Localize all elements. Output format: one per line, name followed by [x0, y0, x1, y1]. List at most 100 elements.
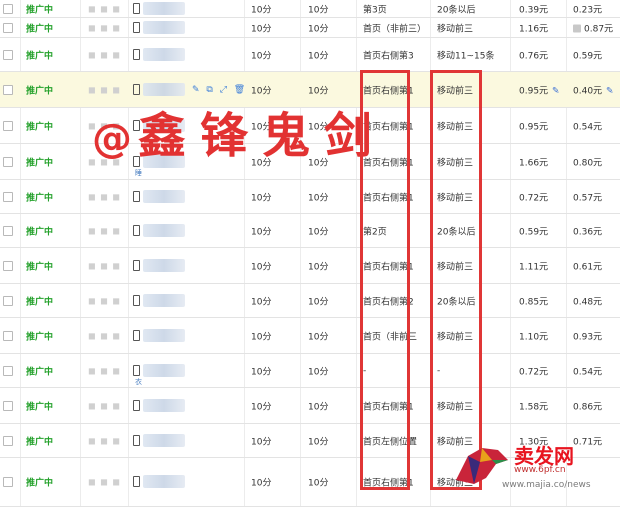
- mobile-bid[interactable]: 0.54元: [573, 364, 602, 377]
- quality-score: 10分: [251, 297, 272, 307]
- row-checkbox[interactable]: [3, 191, 13, 202]
- mobile-bid[interactable]: 0.86元: [573, 399, 602, 412]
- row-checkbox[interactable]: [3, 49, 13, 60]
- pc-bid-value: 0.72元: [519, 367, 549, 377]
- row-checkbox[interactable]: [3, 330, 13, 341]
- row-checkbox[interactable]: [3, 400, 13, 411]
- keyword-cell[interactable]: [133, 223, 189, 238]
- mobile-bid[interactable]: 0.54元: [573, 119, 602, 132]
- quality-score: 10分: [251, 86, 272, 96]
- keyword-cell[interactable]: [133, 398, 189, 413]
- pc-bid[interactable]: 1.10元: [519, 329, 548, 342]
- site-logo: 卖发网 www.6pf.cn www.majia.co/news: [452, 440, 620, 507]
- pc-bid[interactable]: 1.11元: [519, 259, 548, 272]
- watermark-at: @: [92, 116, 138, 162]
- status-label: 推广中: [26, 227, 54, 237]
- mobile-bid-value: 0.57元: [573, 193, 603, 203]
- edit-pencil-icon[interactable]: ✎: [606, 86, 614, 96]
- mobile-bid[interactable]: 0.48元: [573, 294, 602, 307]
- keyword-tools-icon[interactable]: ✎ ⧉ ⤢ 🗑: [192, 85, 247, 95]
- keyword-cell[interactable]: [133, 258, 189, 273]
- pc-bid[interactable]: 0.72元: [519, 364, 548, 377]
- table-row: 推广中 ■ ■ ■ 10分 10分 首页右侧第1 移动前三 1.58元 0.86元: [0, 388, 620, 424]
- blurred-keyword: [143, 47, 185, 61]
- row-checkbox[interactable]: [3, 260, 13, 271]
- keyword-cell[interactable]: [133, 433, 189, 448]
- mobile-bid-value: 0.86元: [573, 402, 603, 412]
- keyword-cell[interactable]: [133, 293, 189, 308]
- row-checkbox[interactable]: [3, 435, 13, 446]
- quality-score: 10分: [251, 5, 272, 15]
- blurred-keyword: [143, 328, 185, 342]
- status-label: 推广中: [26, 367, 54, 377]
- pc-bid[interactable]: 1.58元: [519, 399, 548, 412]
- status-label: 推广中: [26, 158, 54, 168]
- mobile-bid[interactable]: 0.80元: [573, 155, 602, 168]
- pc-bid[interactable]: 1.16元: [519, 21, 548, 34]
- keyword-cell[interactable]: [133, 47, 189, 62]
- row-checkbox[interactable]: [3, 295, 13, 306]
- keyword-cell[interactable]: [133, 1, 189, 16]
- pc-bid[interactable]: 0.76元: [519, 48, 548, 61]
- pc-bid[interactable]: 0.59元: [519, 224, 548, 237]
- row-checkbox[interactable]: [3, 365, 13, 376]
- row-checkbox[interactable]: [3, 84, 13, 95]
- device-icon: [133, 434, 140, 446]
- blurred-campaign: ■ ■ ■: [88, 261, 121, 270]
- mobile-bid[interactable]: 0.36元: [573, 224, 602, 237]
- blurred-campaign: ■ ■ ■: [88, 226, 121, 235]
- mobile-bid[interactable]: 0.57元: [573, 190, 602, 203]
- table-row: 推广中 ■ ■ ■ 10分 10分 首页右侧第2 20条以后 0.85元 0.48元: [0, 284, 620, 318]
- mobile-quality-score: 10分: [308, 367, 329, 377]
- mobile-bid[interactable]: 0.59元: [573, 48, 602, 61]
- device-icon: [133, 190, 140, 202]
- keyword-cell[interactable]: [133, 20, 189, 35]
- mobile-bid[interactable]: 0.40元 ✎: [573, 83, 614, 96]
- row-checkbox[interactable]: [3, 225, 13, 236]
- pc-bid[interactable]: 0.72元: [519, 190, 548, 203]
- device-icon: [133, 224, 140, 236]
- keyword-cell[interactable]: [133, 328, 189, 343]
- pc-bid-value: 0.59元: [519, 227, 549, 237]
- blurred-keyword: [143, 20, 185, 34]
- row-checkbox[interactable]: [3, 120, 13, 131]
- row-checkbox[interactable]: [3, 3, 13, 14]
- blurred-campaign: ■ ■ ■: [88, 4, 121, 13]
- pc-bid[interactable]: 0.39元: [519, 2, 548, 15]
- device-icon: [133, 21, 140, 33]
- mobile-bid[interactable]: 0.93元: [573, 329, 602, 342]
- status-label: 推广中: [26, 86, 54, 96]
- keyword-cell[interactable]: [133, 82, 189, 97]
- device-icon: [133, 476, 140, 487]
- pc-bid-value: 1.66元: [519, 158, 549, 168]
- table-row: 推广中 ■ ■ ■ 10分 10分 第3页 20条以后 0.39元 0.23元: [0, 0, 620, 18]
- row-checkbox[interactable]: [3, 22, 13, 33]
- quality-score: 10分: [251, 24, 272, 34]
- pc-bid-value: 1.58元: [519, 402, 549, 412]
- row-checkbox[interactable]: [3, 156, 13, 167]
- pc-bid[interactable]: 1.66元: [519, 155, 548, 168]
- blurred-campaign: ■ ■ ■: [88, 477, 121, 487]
- blurred-keyword: [143, 82, 185, 96]
- mobile-bid[interactable]: 0.23元: [573, 2, 602, 15]
- pc-bid[interactable]: 0.95元: [519, 119, 548, 132]
- edit-pencil-icon[interactable]: ✎: [552, 86, 560, 96]
- mobile-bid-value: 0.40元: [573, 86, 603, 96]
- pc-bid[interactable]: 0.95元 ✎: [519, 83, 560, 96]
- pc-bid[interactable]: 0.85元: [519, 294, 548, 307]
- blurred-campaign: ■ ■ ■: [88, 85, 121, 94]
- keyword-cell[interactable]: 衣: [133, 363, 189, 386]
- keyword-cell[interactable]: [133, 475, 189, 489]
- keyword-cell[interactable]: [133, 189, 189, 204]
- mobile-bid[interactable]: 0.61元: [573, 259, 602, 272]
- keyword-sub-label: 睡: [135, 168, 142, 177]
- mobile-bid[interactable]: 0.87元: [573, 21, 613, 34]
- status-label: 推广中: [26, 262, 54, 272]
- pc-bid-value: 1.16元: [519, 24, 549, 34]
- mobile-quality-score: 10分: [308, 193, 329, 203]
- status-label: 推广中: [26, 5, 54, 15]
- blurred-campaign: ■ ■ ■: [88, 436, 121, 445]
- row-checkbox[interactable]: [3, 477, 13, 487]
- blurred-campaign: ■ ■ ■: [88, 50, 121, 59]
- blurred-keyword: [143, 1, 185, 15]
